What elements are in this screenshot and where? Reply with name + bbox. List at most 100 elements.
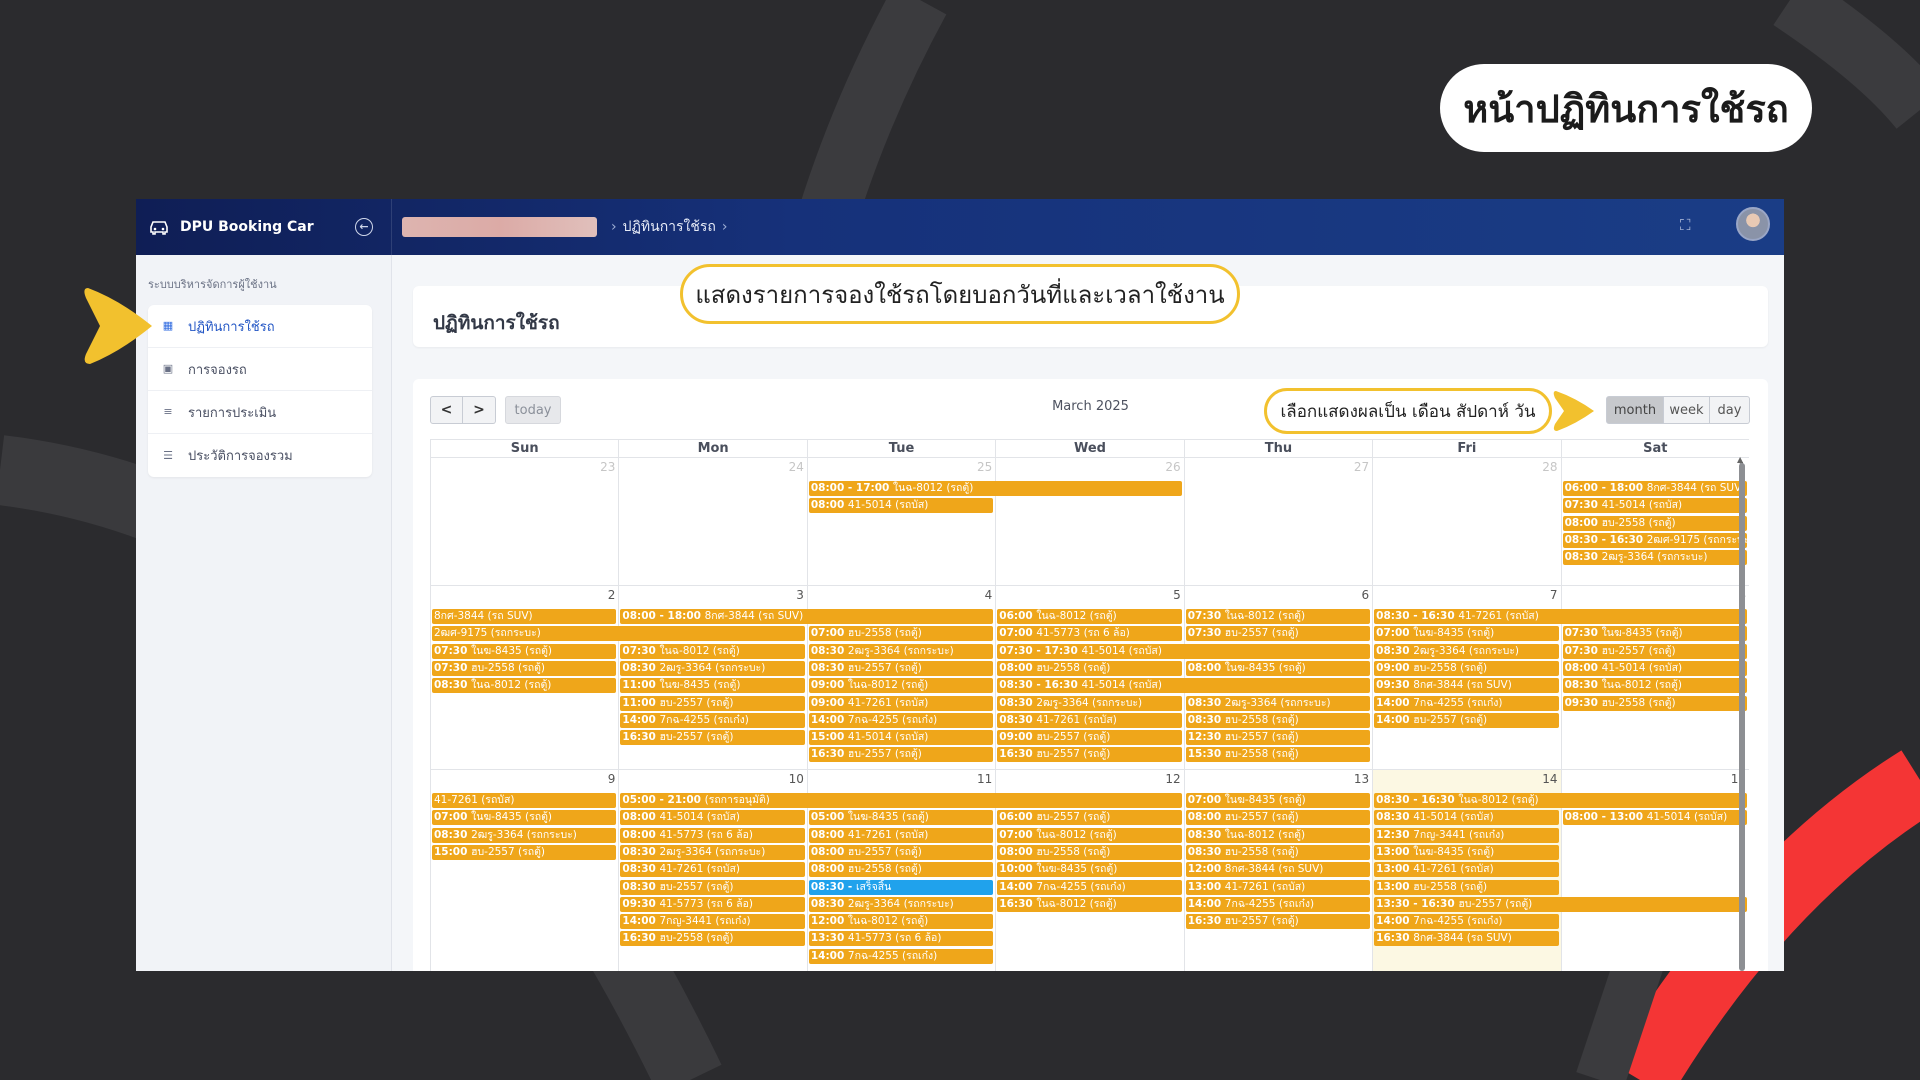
calendar-event[interactable]: 14:00 ฮบ-2557 (รถตู้) — [1374, 712, 1559, 728]
calendar-event[interactable]: 07:00 41-5773 (รถ 6 ล้อ) — [997, 626, 1182, 642]
sidebar-item-evaluation[interactable]: ≡ รายการประเมิน — [148, 391, 372, 434]
calendar-event[interactable]: 41-7261 (รถบัส) — [432, 793, 617, 808]
calendar-event[interactable]: 15:30 ฮบ-2558 (รถตู้) — [1185, 747, 1371, 763]
calendar-event[interactable]: 07:00 ฮบ-2558 (รถตู้) — [808, 626, 994, 642]
calendar-event[interactable]: 08:30 2ฒรู-3364 (รถกระบะ) — [620, 844, 805, 860]
calendar-event[interactable]: 07:30 ในฆ-8435 (รถตู้) — [1562, 626, 1747, 642]
calendar-event[interactable]: 09:30 8กศ-3844 (รถ SUV) — [1374, 678, 1559, 694]
calendar-event[interactable]: 08:00 ฮบ-2558 (รถตู้) — [1562, 515, 1747, 531]
sidebar-item-booking[interactable]: ▣ การจองรถ — [148, 348, 372, 391]
day-number[interactable]: 24 — [789, 460, 804, 474]
breadcrumb-current[interactable]: ปฏิทินการใช้รถ — [623, 216, 716, 238]
calendar-event[interactable]: 14:00 7กฉ-4255 (รถเก๋ง) — [808, 948, 994, 964]
calendar-event[interactable]: 13:30 41-5773 (รถ 6 ล้อ) — [808, 931, 994, 947]
view-week-button[interactable]: week — [1664, 396, 1710, 424]
calendar-event[interactable]: 13:00 41-7261 (รถบัส) — [1185, 879, 1371, 895]
calendar-event[interactable]: 14:00 7กฉ-4255 (รถเก๋ง) — [808, 712, 994, 728]
view-day-button[interactable]: day — [1710, 396, 1750, 424]
calendar-event[interactable]: 08:00 ฮบ-2557 (รถตู้) — [1185, 810, 1371, 826]
day-number[interactable]: 27 — [1354, 460, 1369, 474]
calendar-event[interactable]: 07:00 ในฆ-8435 (รถตู้) — [1185, 793, 1371, 808]
calendar-event[interactable]: 07:00 ในฆ-8435 (รถตู้) — [432, 810, 617, 826]
calendar-event[interactable]: 08:00 - 17:00 ในฉ-8012 (รถตู้) — [808, 481, 1182, 496]
calendar-event[interactable]: 09:00 41-7261 (รถบัส) — [808, 695, 994, 711]
calendar-event[interactable]: 08:00 ฮบ-2558 (รถตู้) — [808, 862, 994, 878]
calendar-event[interactable]: 08:30 2ฒรู-3364 (รถกระบะ) — [997, 695, 1182, 711]
calendar-event[interactable]: 14:00 7กฉ-4255 (รถเก๋ง) — [1374, 695, 1559, 711]
scrollbar[interactable] — [1739, 463, 1745, 971]
day-number[interactable]: 12 — [1165, 772, 1180, 786]
day-number[interactable]: 25 — [977, 460, 992, 474]
calendar-event[interactable]: 15:00 41-5014 (รถบัส) — [808, 730, 994, 746]
calendar-event[interactable]: 13:00 ในฆ-8435 (รถตู้) — [1374, 844, 1559, 860]
calendar-event[interactable]: 09:30 ฮบ-2558 (รถตู้) — [1562, 695, 1747, 711]
calendar-event[interactable]: 13:00 41-7261 (รถบัส) — [1374, 862, 1559, 878]
calendar-event[interactable]: 08:00 ฮบ-2558 (รถตู้) — [997, 844, 1182, 860]
calendar-event[interactable]: 06:00 - 18:00 8กศ-3844 (รถ SUV) — [1562, 481, 1747, 496]
calendar-event[interactable]: 16:30 ฮบ-2557 (รถตู้) — [997, 747, 1182, 763]
calendar-event[interactable]: 08:00 41-5014 (รถบัส) — [808, 498, 994, 514]
calendar-event[interactable]: 14:00 7กฉ-4255 (รถเก๋ง) — [1185, 896, 1371, 912]
calendar-event[interactable]: 07:30 - 17:30 41-5014 (รถบัส) — [997, 643, 1371, 659]
sidebar-item-calendar[interactable]: ▦ ปฏิทินการใช้รถ — [148, 305, 372, 348]
calendar-event[interactable]: 07:30 ฮบ-2558 (รถตู้) — [432, 660, 617, 676]
calendar-event[interactable]: 16:30 ฮบ-2557 (รถตู้) — [808, 747, 994, 763]
day-number[interactable]: 13 — [1354, 772, 1369, 786]
calendar-event[interactable]: 14:00 7กฉ-4255 (รถเก๋ง) — [997, 879, 1182, 895]
calendar-event[interactable]: 12:30 7กญ-3441 (รถเก๋ง) — [1374, 827, 1559, 843]
calendar-event[interactable]: 05:00 ในฆ-8435 (รถตู้) — [808, 810, 994, 826]
day-cell[interactable]: 26 — [995, 457, 1184, 585]
calendar-event[interactable]: 08:00 41-7261 (รถบัส) — [808, 827, 994, 843]
calendar-event[interactable]: 08:30 2ฒรู-3364 (รถกระบะ) — [1185, 695, 1371, 711]
calendar-event[interactable]: 06:00 ฮบ-2557 (รถตู้) — [997, 810, 1182, 826]
calendar-event[interactable]: 09:00 ในฉ-8012 (รถตู้) — [808, 678, 994, 694]
calendar-event[interactable]: 08:30 41-7261 (รถบัส) — [620, 862, 805, 878]
calendar-event[interactable]: 16:30 ในฉ-8012 (รถตู้) — [997, 896, 1182, 912]
calendar-event[interactable]: 07:30 ในฆ-8435 (รถตู้) — [432, 643, 617, 659]
day-number[interactable]: 3 — [796, 588, 804, 602]
calendar-event[interactable]: 16:30 ฮบ-2557 (รถตู้) — [1185, 914, 1371, 930]
calendar-event[interactable]: 07:30 ฮบ-2557 (รถตู้) — [1562, 643, 1747, 659]
calendar-event[interactable]: 08:00 ฮบ-2558 (รถตู้) — [997, 660, 1182, 676]
calendar-event[interactable]: 08:30 2ฒรู-3364 (รถกระบะ) — [1562, 550, 1747, 566]
calendar-event[interactable]: 16:30 ฮบ-2557 (รถตู้) — [620, 730, 805, 746]
calendar-event[interactable]: 08:30 - 16:30 41-7261 (รถบัส) — [1374, 609, 1747, 624]
calendar-event[interactable]: 08:30 ฮบ-2557 (รถตู้) — [808, 660, 994, 676]
calendar-event[interactable]: 08:00 41-5014 (รถบัส) — [1562, 660, 1747, 676]
day-number[interactable]: 5 — [1173, 588, 1181, 602]
calendar-event[interactable]: 08:30 ในฉ-8012 (รถตู้) — [1562, 678, 1747, 694]
calendar-event[interactable]: 07:30 ในฉ-8012 (รถตู้) — [1185, 609, 1371, 624]
sidebar-item-history[interactable]: ☰ ประวัติการจองรวม — [148, 434, 372, 477]
calendar-event[interactable]: 08:30 ฮบ-2558 (รถตู้) — [1185, 844, 1371, 860]
calendar-event[interactable]: 08:30 - 16:30 2ฒศ-9175 (รถกระบะ) — [1562, 532, 1747, 548]
calendar-event[interactable]: 05:00 - 21:00 (รถการอนุมัติ) — [620, 793, 1182, 808]
calendar-event[interactable]: 14:00 7กฉ-4255 (รถเก๋ง) — [620, 712, 805, 728]
calendar-event[interactable]: 11:00 ในฆ-8435 (รถตู้) — [620, 678, 805, 694]
day-number[interactable]: 4 — [985, 588, 993, 602]
day-number[interactable]: 26 — [1165, 460, 1180, 474]
calendar-event[interactable]: 08:00 41-5014 (รถบัส) — [620, 810, 805, 826]
calendar-event[interactable]: 13:30 - 16:30 ฮบ-2557 (รถตู้) — [1374, 896, 1747, 912]
calendar-event[interactable]: 08:00 41-5773 (รถ 6 ล้อ) — [620, 827, 805, 843]
calendar-event[interactable]: 09:00 ฮบ-2557 (รถตู้) — [997, 730, 1182, 746]
calendar-event[interactable]: 08:30 2ฒรู-3364 (รถกระบะ) — [1374, 643, 1559, 659]
calendar-event[interactable]: 08:30 2ฒรู-3364 (รถกระบะ) — [432, 827, 617, 843]
calendar-event[interactable]: 08:30 - 16:30 ในฉ-8012 (รถตู้) — [1374, 793, 1747, 808]
day-cell[interactable]: 28 — [1372, 457, 1561, 585]
day-cell[interactable]: 23 — [430, 457, 619, 585]
calendar-event[interactable]: 08:00 - 18:00 8กศ-3844 (รถ SUV) — [620, 609, 994, 624]
calendar-event[interactable]: 08:30 - 16:30 41-5014 (รถบัส) — [997, 678, 1371, 694]
day-number[interactable]: 7 — [1550, 588, 1558, 602]
day-number[interactable]: 10 — [789, 772, 804, 786]
calendar-event[interactable]: 11:00 ฮบ-2557 (รถตู้) — [620, 695, 805, 711]
day-cell[interactable]: 25 — [806, 457, 996, 585]
calendar-event[interactable]: 08:30 2ฒรู-3364 (รถกระบะ) — [808, 896, 994, 912]
calendar-event[interactable]: 08:30 2ฒรู-3364 (รถกระบะ) — [620, 660, 805, 676]
calendar-event[interactable]: 08:30 41-5014 (รถบัส) — [1374, 810, 1559, 826]
calendar-event[interactable]: 12:00 ในฉ-8012 (รถตู้) — [808, 914, 994, 930]
calendar-event[interactable]: 08:30 ในฉ-8012 (รถตู้) — [1185, 827, 1371, 843]
calendar-event[interactable]: 07:30 ในฉ-8012 (รถตู้) — [620, 643, 805, 659]
calendar-event[interactable]: 07:30 41-5014 (รถบัส) — [1562, 498, 1747, 514]
calendar-event[interactable]: 14:00 7กญ-3441 (รถเก๋ง) — [620, 914, 805, 930]
calendar-event[interactable]: 16:30 8กศ-3844 (รถ SUV) — [1374, 931, 1559, 947]
